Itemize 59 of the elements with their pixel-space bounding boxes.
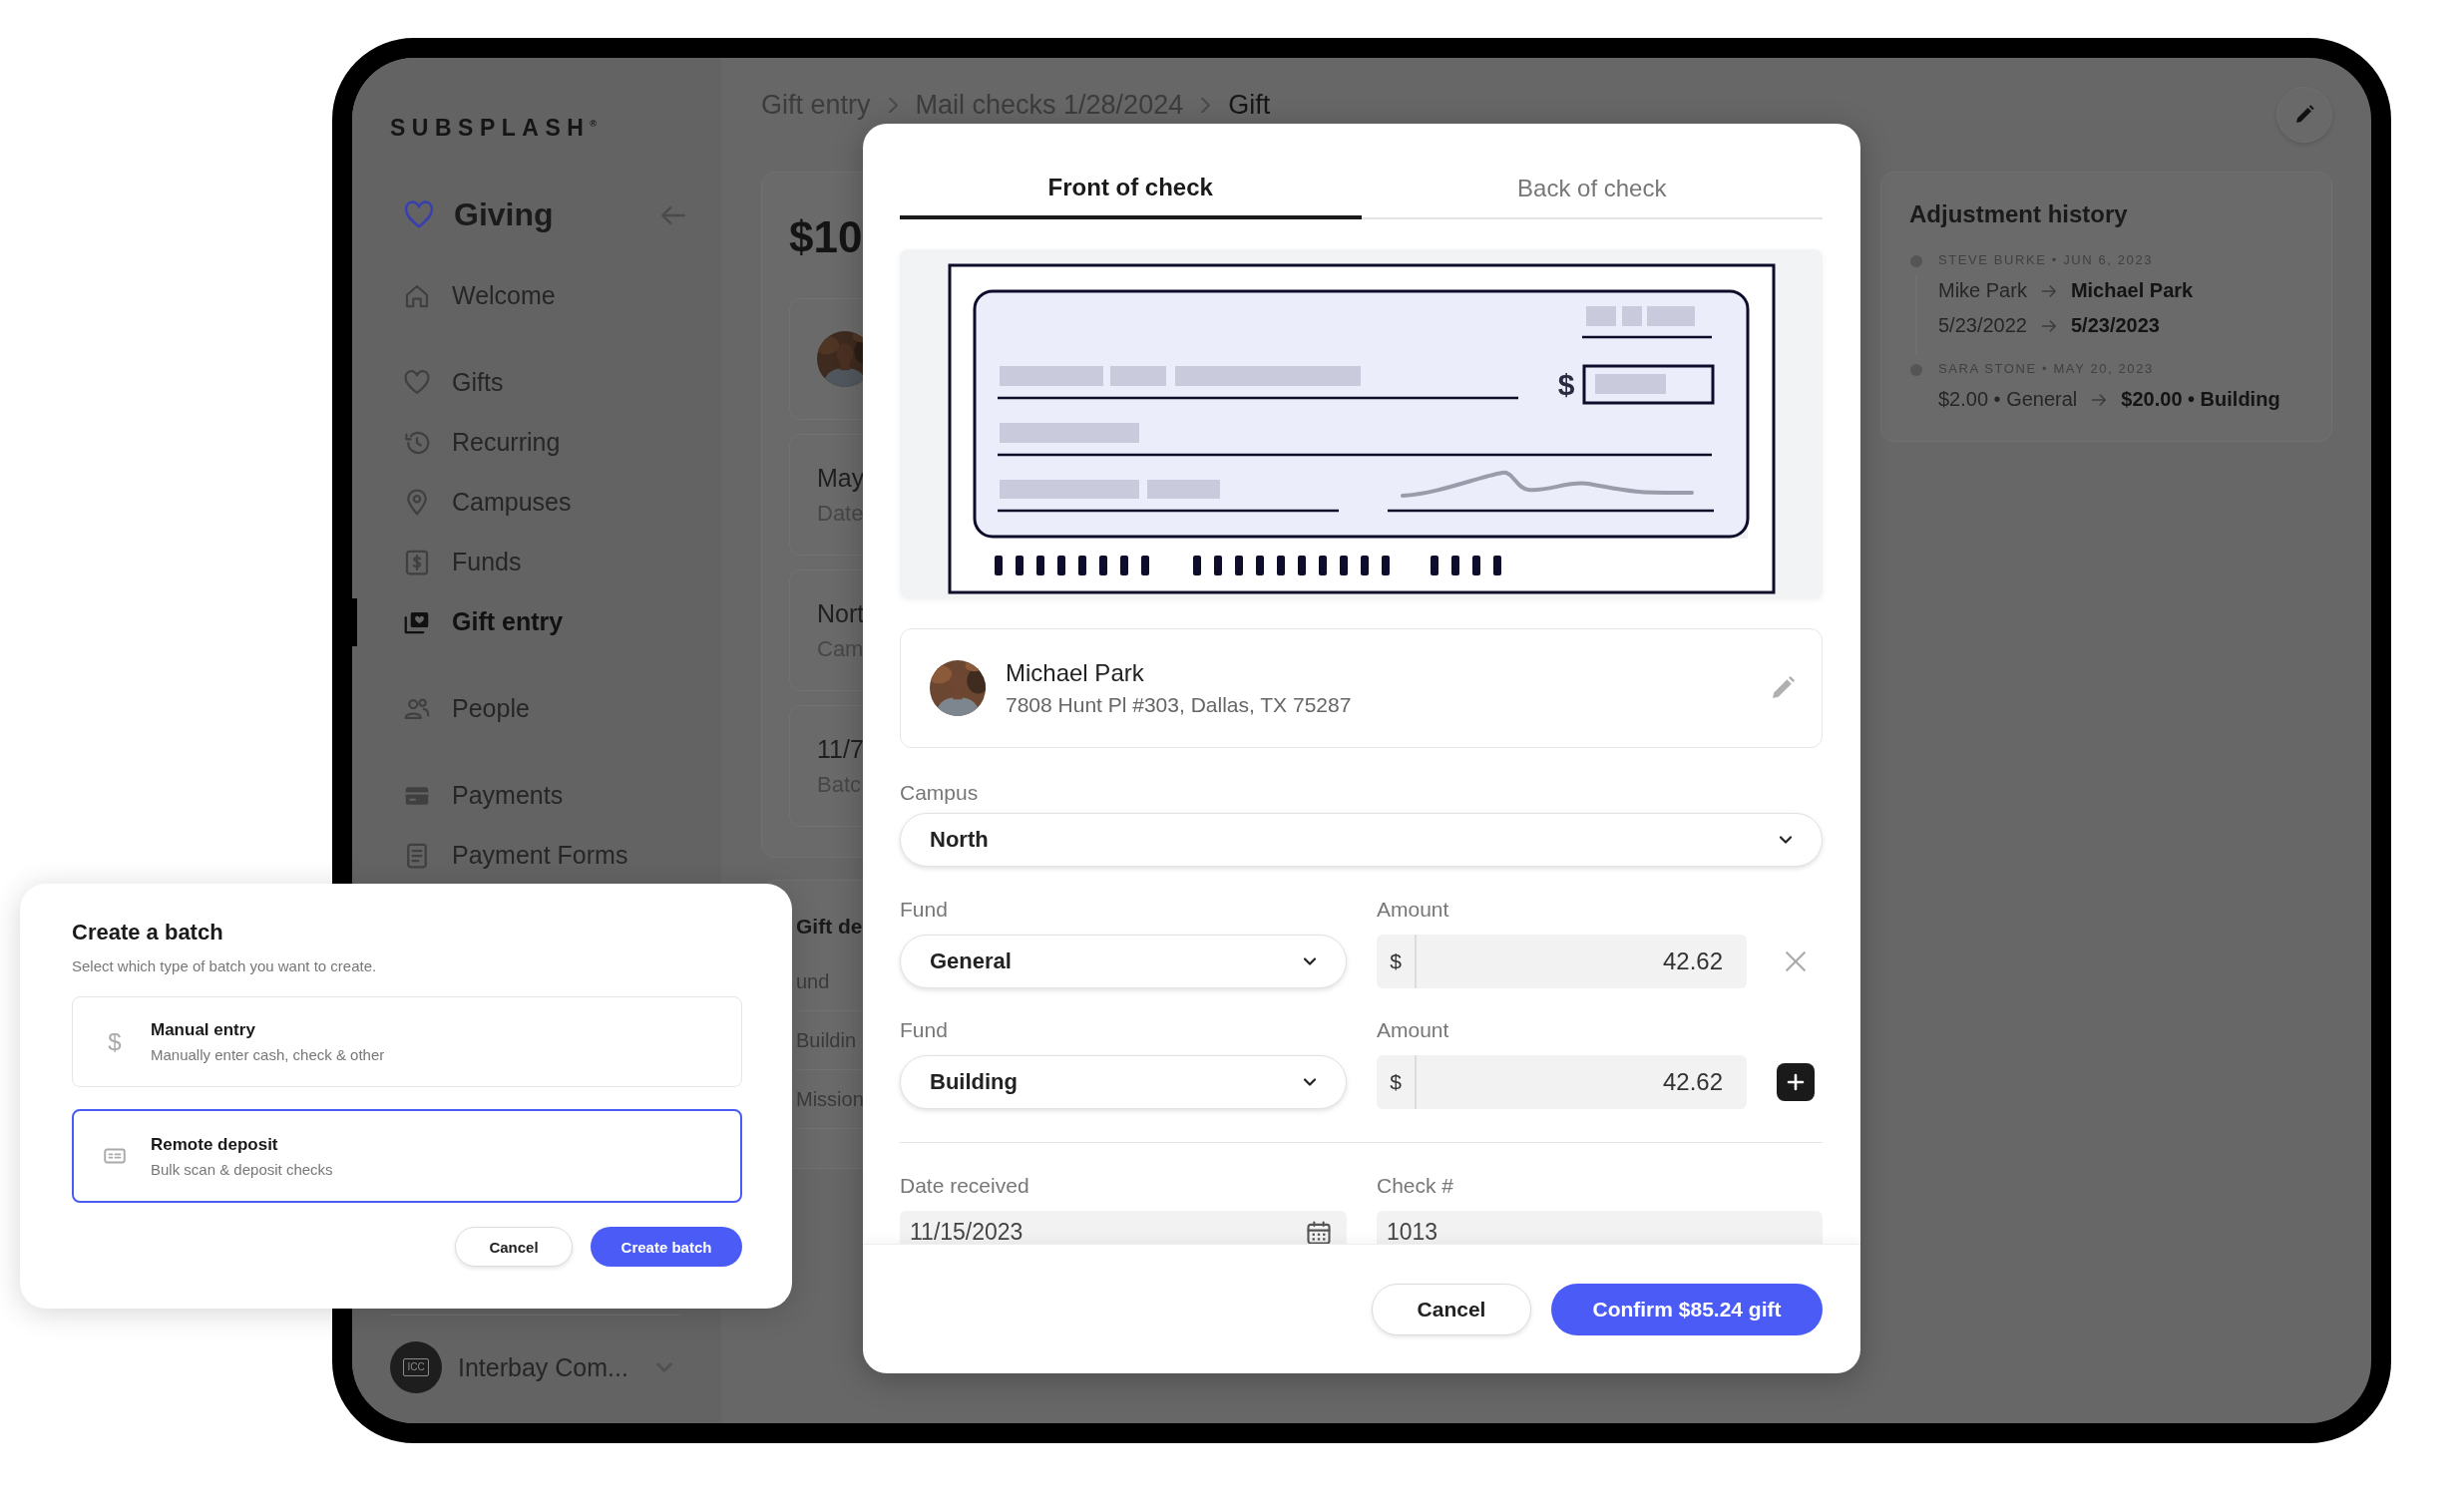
option-title: Remote deposit: [151, 1134, 279, 1155]
field-label: Campus: [900, 780, 979, 806]
card-title: Create a batch: [72, 920, 223, 945]
tab[interactable]: Back of check: [1361, 160, 1823, 219]
card-title: Adjustment history: [1909, 200, 2129, 228]
create-batch-button[interactable]: Create batch: [591, 1227, 742, 1267]
calendar-icon[interactable]: [1305, 1219, 1333, 1244]
field-label: Fund: [900, 897, 948, 923]
cancel-button[interactable]: Cancel: [1372, 1283, 1531, 1335]
new-value: Michael Park: [2070, 279, 2194, 302]
currency-prefix: $: [1377, 935, 1417, 988]
card-subtitle: Select which type of batch you want to create.: [72, 957, 377, 974]
campus-select[interactable]: North: [900, 813, 1823, 867]
field-label: Amount: [1377, 897, 1449, 923]
fund-select[interactable]: General: [900, 935, 1347, 988]
option-description: Manually enter cash, check & other: [151, 1046, 385, 1063]
add-button[interactable]: [1777, 1063, 1815, 1101]
check-number-value: 1013: [1387, 1219, 1438, 1244]
gift-amount: $10: [789, 212, 863, 262]
confirm-button[interactable]: Confirm $85.24 gift: [1551, 1283, 1823, 1335]
amount-value: 42.62: [1661, 1067, 1724, 1097]
old-value: $2.00 • General: [1938, 388, 2078, 411]
date-field[interactable]: 11/15/2023: [900, 1211, 1347, 1244]
fund-select[interactable]: Building: [900, 1055, 1347, 1109]
field-label: Fund: [900, 1017, 948, 1043]
row-title: May: [817, 463, 865, 493]
amount-field[interactable]: $ 42.62: [1377, 1055, 1747, 1109]
chevron-right-icon: [1201, 98, 1211, 113]
option-description: Bulk scan & deposit checks: [151, 1160, 333, 1178]
batch-option[interactable]: $ Manual entry Manually enter cash, check & other: [72, 996, 742, 1087]
amount-value: 42.62: [1661, 946, 1724, 976]
row-title: 11/7: [817, 734, 864, 764]
cancel-button[interactable]: Cancel: [455, 1227, 573, 1267]
payer-name: Michael Park: [1006, 659, 1145, 687]
old-value: 5/23/2022: [1938, 314, 2027, 337]
check-number-field[interactable]: 1013: [1377, 1211, 1823, 1244]
option-title: Manual entry: [151, 1020, 256, 1040]
gift-details-title: Gift de: [796, 915, 863, 939]
section-title: Giving: [454, 196, 554, 234]
row-title: Nort: [817, 598, 865, 628]
batch-option[interactable]: Remote deposit Bulk scan & deposit checks: [72, 1109, 742, 1203]
payer-address: 7808 Hunt Pl #303, Dallas, TX 75287: [1006, 693, 1352, 717]
edit-button[interactable]: [2276, 87, 2332, 143]
breadcrumb-current: Gift: [1228, 90, 1271, 121]
currency-prefix: $: [1377, 1055, 1417, 1109]
logo: SUBSPLASH$^{®}$: [390, 113, 597, 142]
field-label: Date received: [900, 1173, 1029, 1199]
field-label: Amount: [1377, 1017, 1449, 1043]
field-label: Check #: [1377, 1173, 1454, 1199]
nav-item[interactable]: Payment Forms: [390, 825, 628, 886]
amount-field[interactable]: $ 42.62: [1377, 935, 1747, 988]
tab[interactable]: Front of check: [900, 160, 1362, 219]
dollar-sign: $: [108, 1027, 122, 1056]
new-value: $20.00 • Building: [2121, 388, 2280, 411]
account-initials: ICC: [403, 1358, 429, 1376]
old-value: Mike Park: [1938, 279, 2027, 302]
new-value: 5/23/2023: [2071, 314, 2160, 337]
date-value: 11/15/2023: [910, 1219, 1024, 1244]
chevron-right-icon: [888, 98, 898, 113]
